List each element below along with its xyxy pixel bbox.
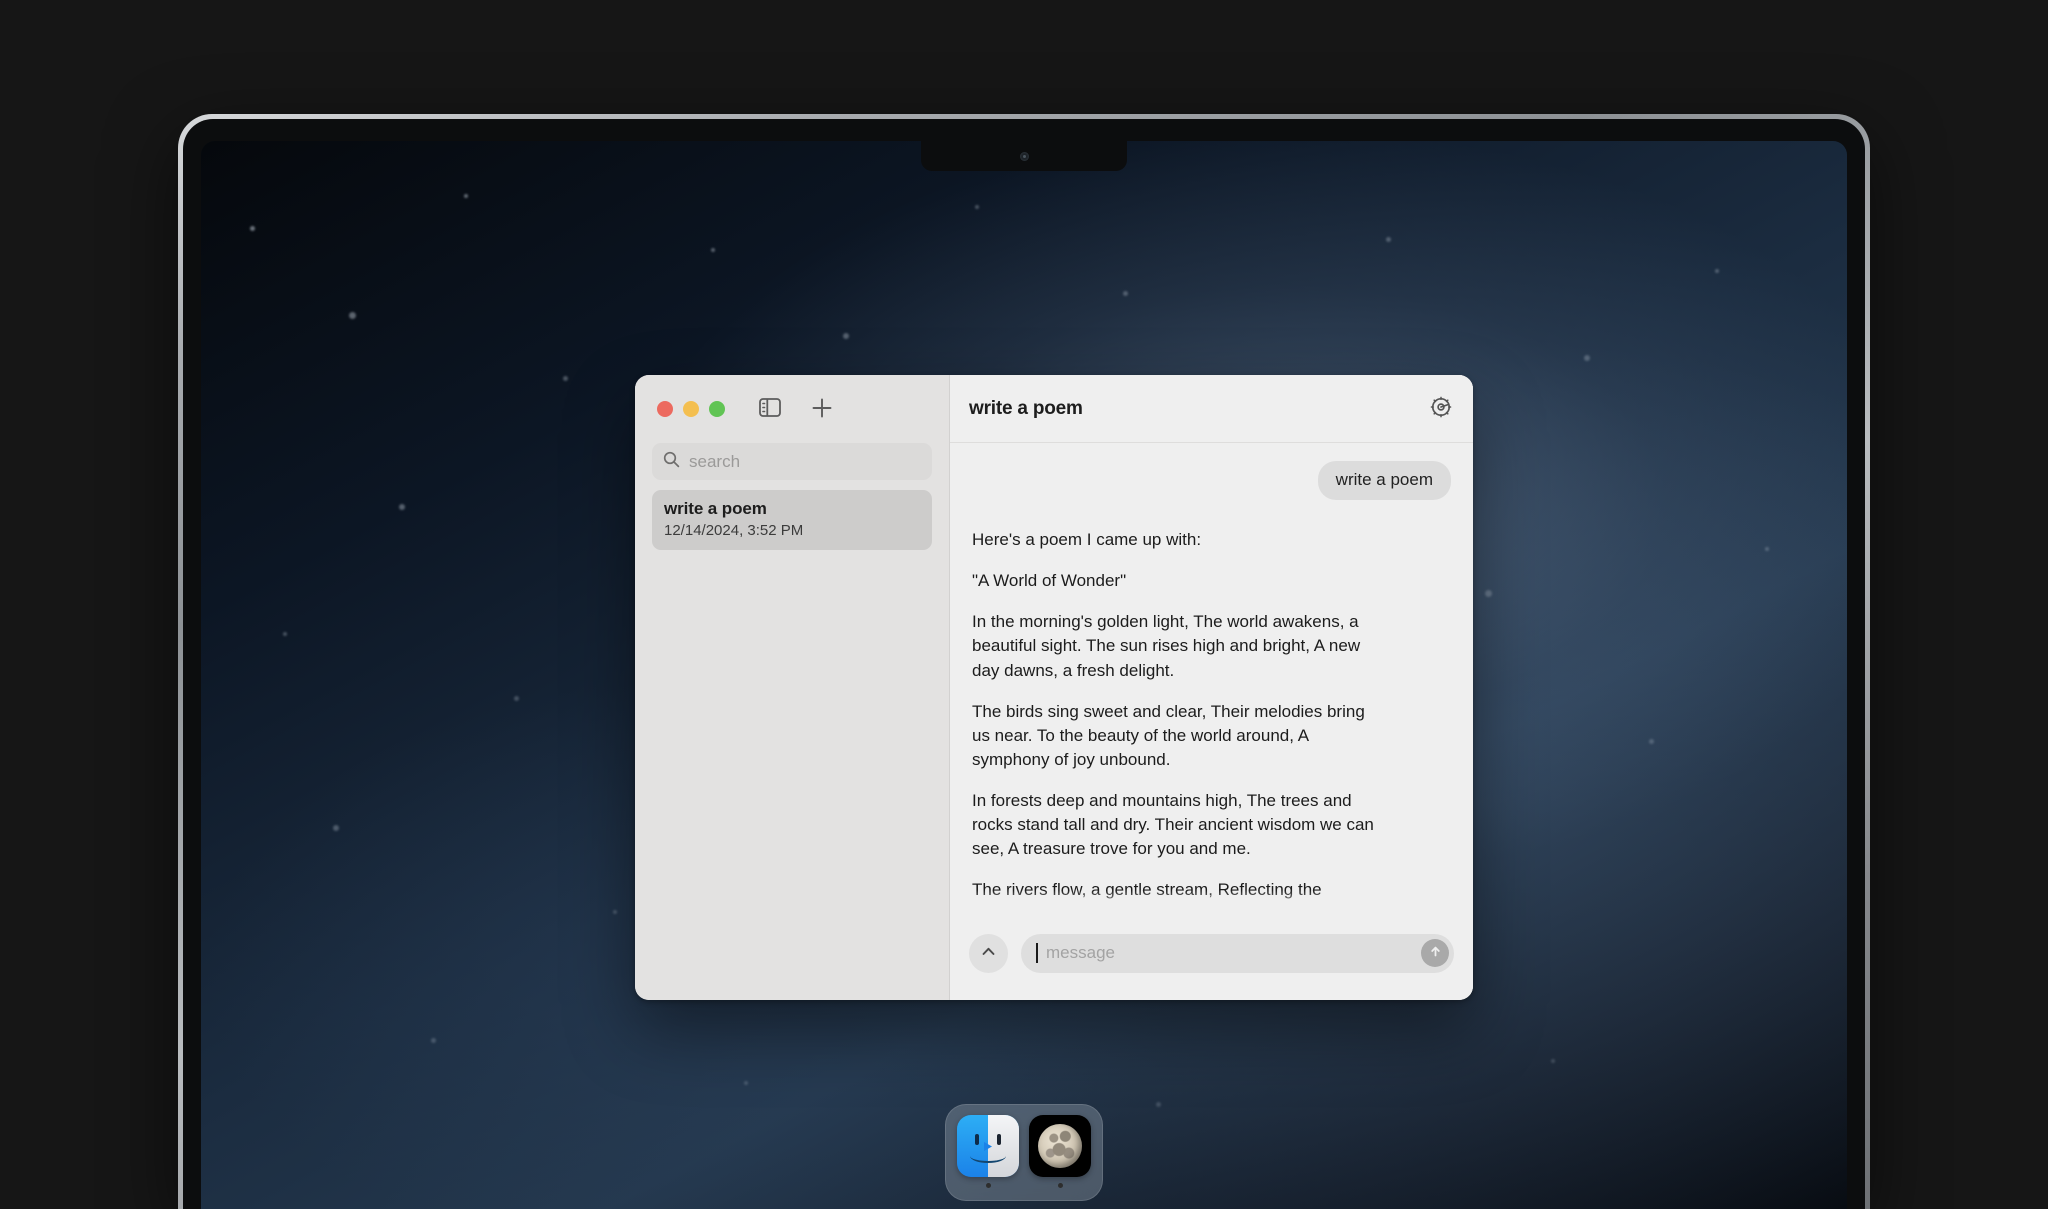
finder-icon[interactable] — [957, 1115, 1019, 1177]
assistant-paragraph: The birds sing sweet and clear, Their me… — [972, 701, 1365, 769]
moon-icon-disc — [1038, 1124, 1082, 1168]
screenshot-scene: write a poem 12/14/2024, 3:52 PM write a… — [0, 0, 2048, 1209]
assistant-paragraph: In forests deep and mountains high, The … — [972, 791, 1374, 859]
send-button[interactable] — [1421, 939, 1449, 967]
finder-icon-right-half — [988, 1115, 1019, 1177]
assistant-message: Here's a poem I came up with: "A World o… — [972, 528, 1387, 903]
assistant-paragraph: Here's a poem I came up with: — [972, 530, 1202, 549]
chevron-up-icon — [979, 942, 998, 964]
macbook-notch — [921, 141, 1127, 171]
close-button[interactable] — [657, 401, 673, 417]
assistant-paragraph: "A World of Wonder" — [972, 571, 1127, 591]
chat-item-title: write a poem — [664, 499, 767, 518]
user-message-bubble: write a poem — [1317, 461, 1451, 500]
message-input-pill[interactable] — [1021, 933, 1454, 973]
message-input[interactable] — [1046, 943, 1413, 963]
expand-composer-button[interactable] — [969, 933, 1008, 973]
text-cursor — [1036, 943, 1038, 963]
chat-app-window: write a poem 12/14/2024, 3:52 PM write a… — [635, 375, 1473, 1000]
search-box[interactable] — [652, 443, 932, 480]
laptop-device: write a poem 12/14/2024, 3:52 PM write a… — [178, 114, 1870, 1209]
chat-list-item[interactable]: write a poem 12/14/2024, 3:52 PM — [652, 490, 932, 550]
finder-icon-right-eye — [997, 1134, 1001, 1145]
window-titlebar — [635, 375, 949, 443]
laptop-bezel: write a poem 12/14/2024, 3:52 PM write a… — [183, 119, 1865, 1209]
assistant-paragraph: The rivers flow, a gentle stream, Reflec… — [972, 880, 1322, 900]
finder-icon-left-eye — [975, 1134, 979, 1145]
page-title: write a poem — [969, 397, 1083, 419]
app-running-indicator — [1057, 1183, 1063, 1188]
webcam — [1019, 151, 1029, 161]
conversation-header: write a poem — [950, 375, 1473, 443]
dock-slot-finder — [957, 1115, 1019, 1188]
main-pane: write a poem write a poem Here's a poem … — [950, 375, 1473, 1000]
minimize-button[interactable] — [683, 401, 699, 417]
traffic-lights — [657, 401, 725, 417]
search-icon — [663, 451, 680, 473]
maximize-button[interactable] — [709, 401, 725, 417]
search-container — [635, 443, 949, 490]
sidebar: write a poem 12/14/2024, 3:52 PM — [635, 375, 950, 1000]
chat-item-date: 12/14/2024, 3:52 PM — [664, 522, 804, 539]
assistant-paragraph: In the morning's golden light, The world… — [972, 612, 1361, 680]
message-list[interactable]: write a poem Here's a poem I came up wit… — [950, 443, 1473, 924]
message-composer — [950, 924, 1473, 1000]
search-input[interactable] — [689, 451, 921, 472]
finder-icon-smile — [970, 1149, 1006, 1163]
sidebar-tools — [757, 395, 835, 424]
gear-icon — [1429, 395, 1453, 422]
dock — [945, 1104, 1103, 1201]
dock-slot-moon — [1029, 1115, 1091, 1188]
arrow-up-icon — [1428, 944, 1443, 962]
moon-icon[interactable] — [1029, 1115, 1091, 1177]
plus-icon — [811, 397, 833, 422]
chat-list: write a poem 12/14/2024, 3:52 PM — [635, 490, 949, 550]
sidebar-toggle-icon — [759, 398, 781, 420]
new-chat-button[interactable] — [809, 395, 835, 424]
user-message-row: write a poem — [972, 461, 1451, 500]
settings-button[interactable] — [1427, 393, 1455, 424]
sidebar-toggle-button[interactable] — [757, 396, 783, 422]
app-running-indicator — [985, 1183, 991, 1188]
desktop-screen: write a poem 12/14/2024, 3:52 PM write a… — [201, 141, 1847, 1209]
